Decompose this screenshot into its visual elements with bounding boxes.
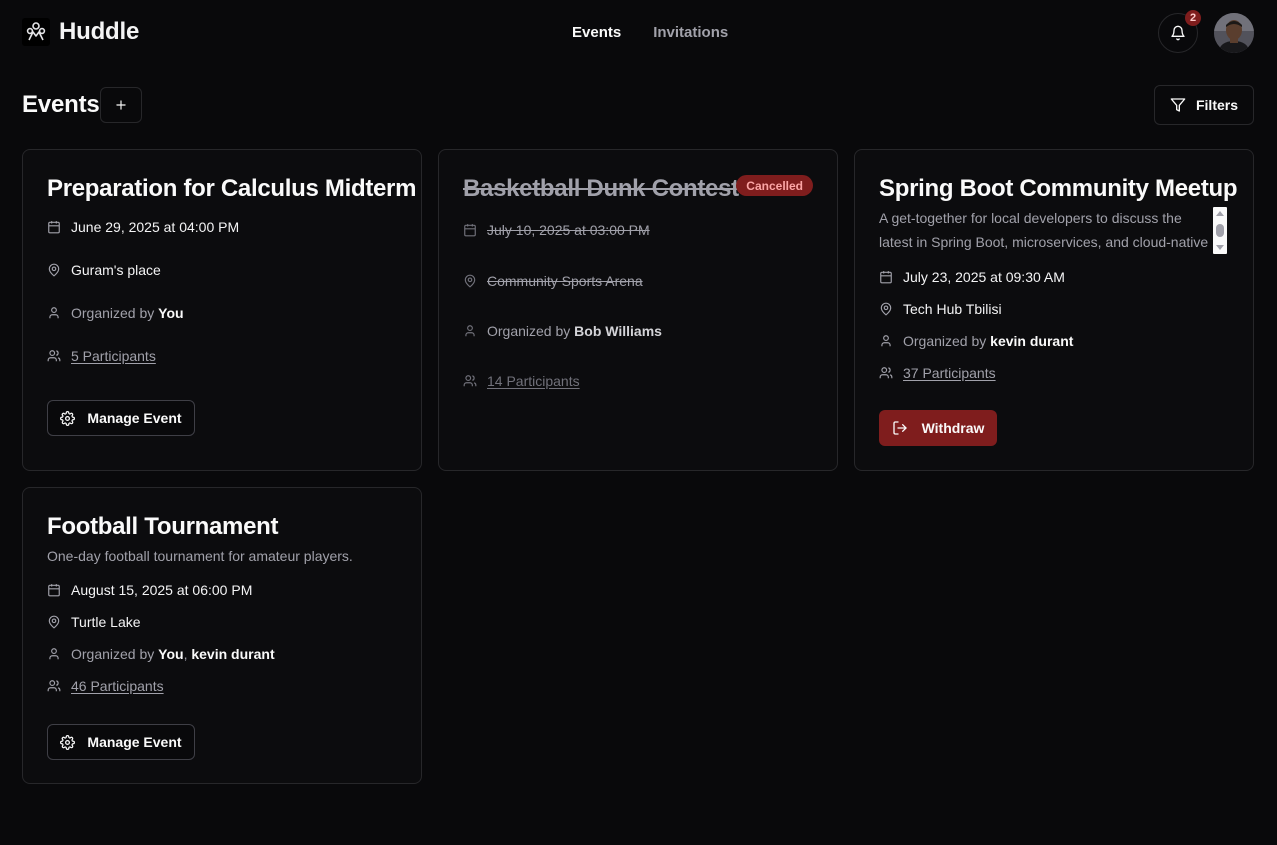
event-title[interactable]: Spring Boot Community Meetup [879, 175, 1238, 203]
log-out-icon [892, 421, 907, 435]
nav-invitations[interactable]: Invitations [653, 24, 728, 41]
users-icon [47, 350, 61, 362]
event-date: June 29, 2025 at 04:00 PM [47, 219, 239, 235]
event-location: Tech Hub Tbilisi [879, 301, 1002, 317]
manage-event-button[interactable]: Manage Event [47, 400, 195, 436]
manage-event-button[interactable]: Manage Event [47, 724, 195, 760]
users-icon [463, 375, 477, 387]
user-icon [49, 307, 59, 319]
event-description: A get-together for local developers to d… [879, 210, 1209, 250]
user-avatar[interactable] [1214, 13, 1254, 53]
event-organizer: Organized by You [47, 305, 184, 321]
top-header: Huddle Events Invitations 2 [0, 0, 1277, 68]
status-badge: Cancelled [736, 175, 813, 196]
users-icon [47, 680, 61, 692]
gear-icon [60, 410, 76, 426]
event-location: Community Sports Arena [463, 273, 643, 289]
event-participants[interactable]: 14 Participants [463, 373, 580, 389]
notification-count-badge: 2 [1185, 10, 1201, 26]
calendar-icon [464, 224, 476, 237]
users-icon [879, 367, 893, 379]
event-date: July 23, 2025 at 09:30 AM [879, 269, 1065, 285]
participants-link[interactable]: 14 Participants [487, 373, 580, 389]
map-pin-icon [48, 263, 60, 277]
event-date: July 10, 2025 at 03:00 PM [463, 222, 650, 238]
bell-icon [1171, 25, 1185, 41]
huddle-logo-icon [22, 18, 50, 46]
map-pin-icon [464, 274, 476, 288]
event-card[interactable]: Spring Boot Community Meetup A get-toget… [854, 149, 1254, 471]
event-participants[interactable]: 5 Participants [47, 348, 156, 364]
event-organizer: Organized by You, kevin durant [47, 646, 275, 662]
plus-icon [116, 100, 126, 110]
calendar-icon [48, 584, 60, 597]
main-nav: Events Invitations [572, 24, 728, 41]
participants-link[interactable]: 37 Participants [903, 365, 996, 381]
user-icon [881, 335, 891, 347]
gear-icon [60, 734, 76, 750]
event-participants[interactable]: 46 Participants [47, 678, 164, 694]
app-name: Huddle [59, 18, 140, 45]
app-logo[interactable]: Huddle [22, 18, 139, 46]
filter-icon [1170, 98, 1186, 112]
add-event-button[interactable] [100, 87, 142, 123]
event-card[interactable]: Basketball Dunk Contest Cancelled July 1… [438, 149, 838, 471]
nav-events[interactable]: Events [572, 24, 621, 41]
event-location: Turtle Lake [47, 614, 141, 630]
user-icon [49, 648, 59, 660]
event-participants[interactable]: 37 Participants [879, 365, 996, 381]
event-organizer: Organized by Bob Williams [463, 323, 662, 339]
description-scrollbar[interactable] [1213, 207, 1227, 254]
participants-link[interactable]: 5 Participants [71, 348, 156, 364]
event-card[interactable]: Preparation for Calculus Midterm June 29… [22, 149, 422, 471]
map-pin-icon [880, 302, 892, 316]
event-card[interactable]: Football Tournament One-day football tou… [22, 487, 422, 784]
page-title: Events [22, 91, 100, 118]
calendar-icon [880, 271, 892, 284]
participants-link[interactable]: 46 Participants [71, 678, 164, 694]
event-description: One-day football tournament for amateur … [47, 548, 353, 564]
event-title[interactable]: Preparation for Calculus Midterm [47, 175, 416, 203]
event-title[interactable]: Basketball Dunk Contest [463, 175, 739, 203]
event-organizer: Organized by kevin durant [879, 333, 1073, 349]
calendar-icon [48, 221, 60, 234]
filters-button[interactable]: Filters [1154, 85, 1254, 125]
map-pin-icon [48, 615, 60, 629]
event-date: August 15, 2025 at 06:00 PM [47, 582, 252, 598]
user-icon [465, 325, 475, 337]
withdraw-button[interactable]: Withdraw [879, 410, 997, 446]
filters-label: Filters [1195, 97, 1238, 113]
event-title[interactable]: Football Tournament [47, 513, 278, 541]
event-location: Guram's place [47, 262, 161, 278]
